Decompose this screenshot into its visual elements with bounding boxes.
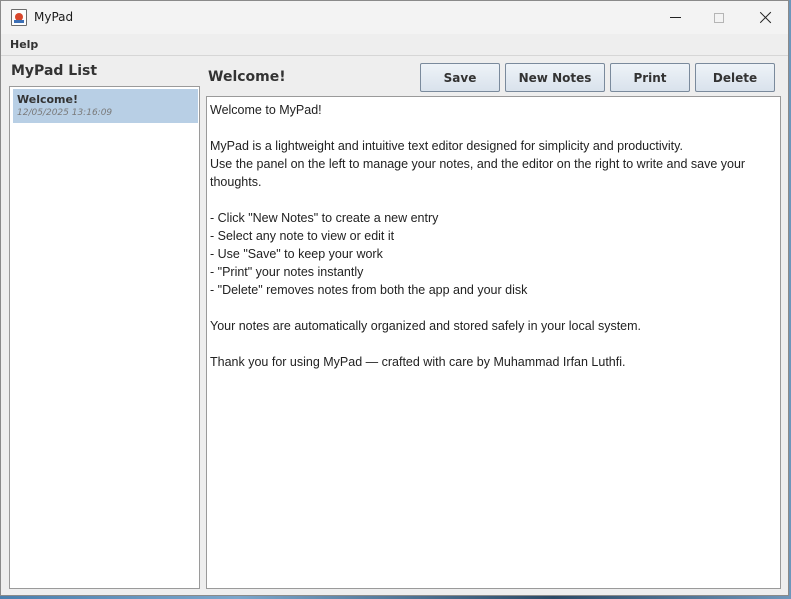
close-button[interactable]	[742, 1, 788, 34]
minimize-button[interactable]	[652, 1, 698, 34]
menu-help[interactable]: Help	[10, 38, 38, 51]
list-item-title: Welcome!	[17, 93, 78, 106]
menu-bar: Help	[1, 34, 788, 56]
minimize-icon	[669, 17, 681, 18]
window-title: MyPad	[34, 10, 74, 24]
java-app-icon	[11, 9, 27, 26]
app-window: MyPad Help MyPad List Welcome! 12/05/202…	[0, 0, 789, 596]
list-item-date: 12/05/2025 13:16:09	[17, 108, 113, 118]
note-title: Welcome!	[208, 69, 286, 85]
new-notes-button[interactable]: New Notes	[505, 63, 605, 92]
close-icon	[759, 11, 772, 24]
note-editor[interactable]: Welcome to MyPad! MyPad is a lightweight…	[206, 96, 781, 589]
delete-button[interactable]: Delete	[695, 63, 775, 92]
list-heading: MyPad List	[11, 63, 98, 79]
maximize-icon	[714, 12, 724, 23]
save-button[interactable]: Save	[420, 63, 500, 92]
list-item[interactable]: Welcome! 12/05/2025 13:16:09	[13, 89, 198, 123]
maximize-button[interactable]	[696, 1, 742, 34]
print-button[interactable]: Print	[610, 63, 690, 92]
notes-list[interactable]: Welcome! 12/05/2025 13:16:09	[9, 86, 200, 589]
title-bar[interactable]: MyPad	[1, 1, 788, 34]
